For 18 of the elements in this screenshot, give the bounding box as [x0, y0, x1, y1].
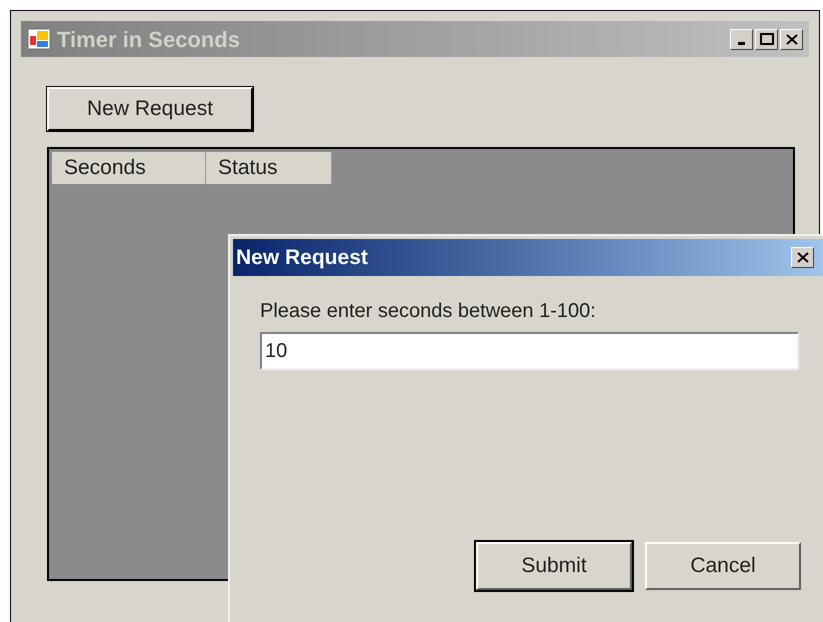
minimize-button[interactable] — [730, 28, 753, 50]
maximize-icon — [760, 33, 774, 45]
minimize-icon — [738, 42, 745, 44]
new-request-button[interactable]: New Request — [47, 87, 253, 131]
column-header[interactable]: Status — [206, 152, 332, 184]
app-icon — [27, 28, 51, 50]
seconds-field[interactable]: 10 — [260, 332, 799, 370]
close-icon — [796, 252, 808, 263]
close-button[interactable] — [780, 28, 803, 50]
close-icon — [786, 34, 798, 44]
close-button[interactable] — [791, 247, 814, 268]
submit-button[interactable]: Submit — [476, 542, 632, 590]
dialog-title: New Request — [236, 244, 368, 271]
seconds-prompt: Please enter seconds between 1-100: — [260, 299, 597, 324]
cancel-button[interactable]: Cancel — [645, 542, 801, 590]
maximize-button[interactable] — [755, 28, 778, 50]
column-header[interactable]: Seconds — [52, 152, 206, 184]
window-title: Timer in Seconds — [57, 26, 240, 54]
